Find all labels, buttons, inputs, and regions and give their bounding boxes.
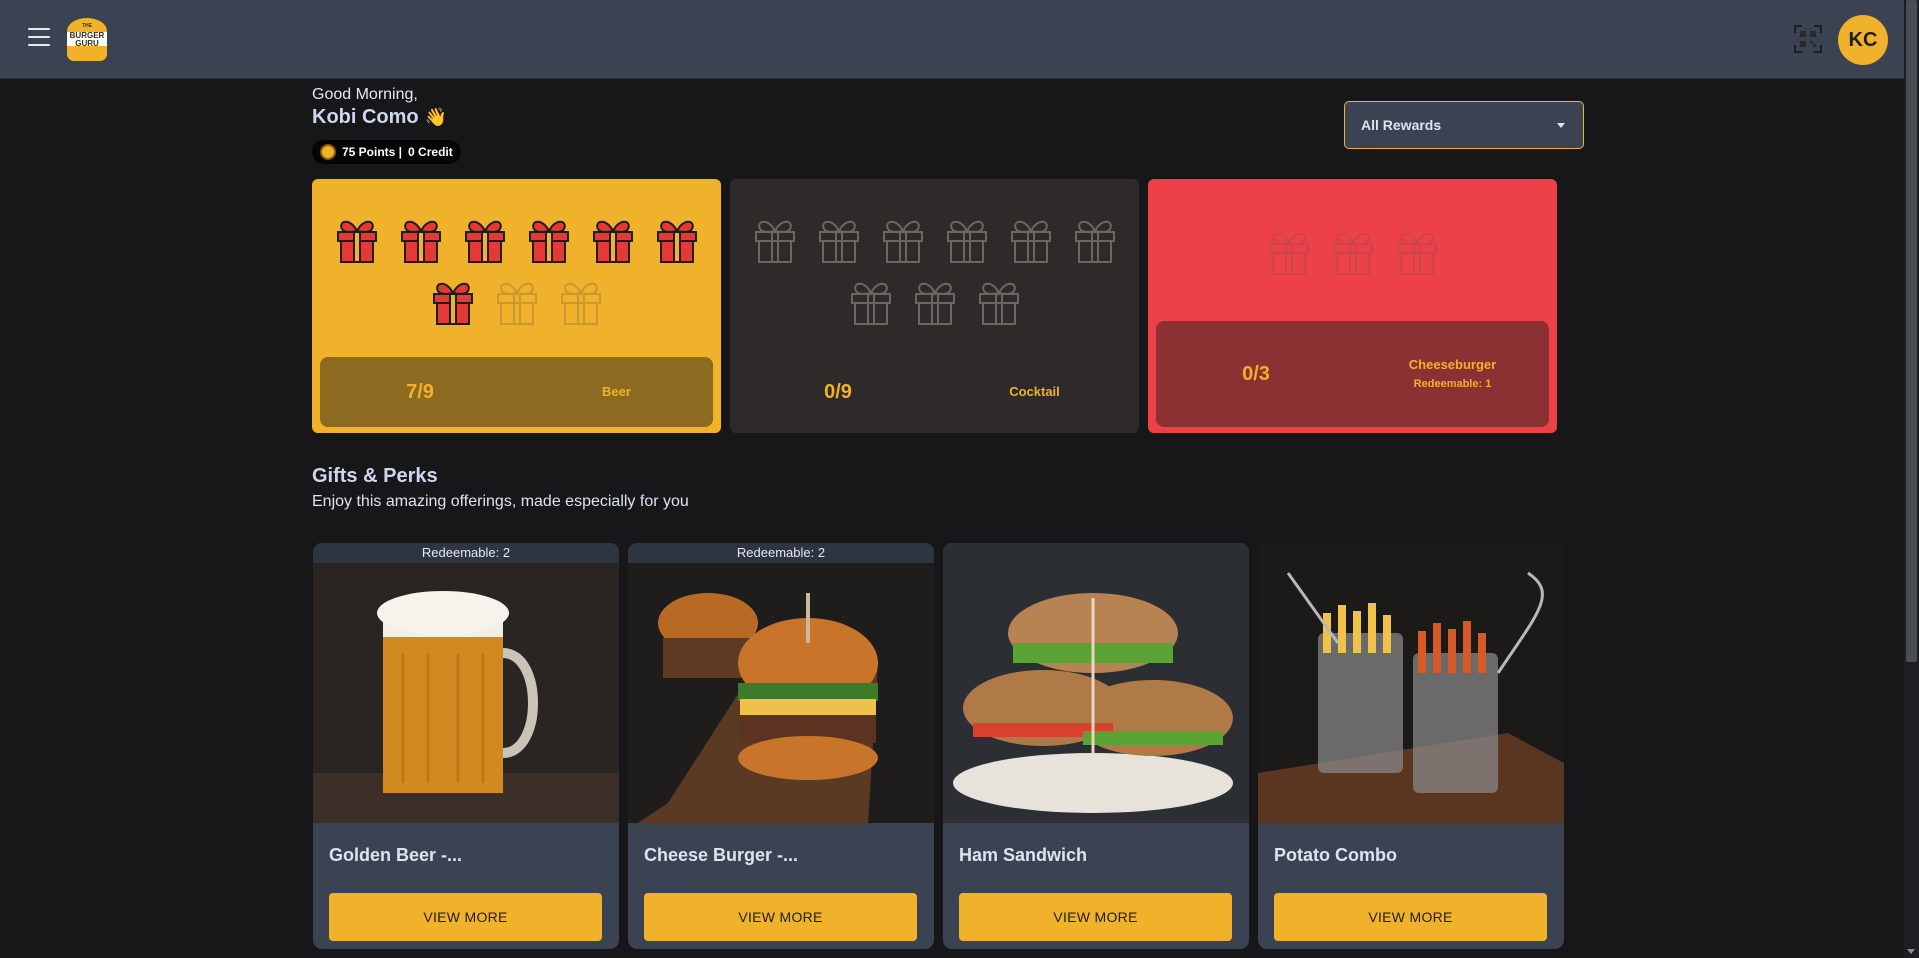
svg-text:GURU: GURU	[75, 39, 99, 48]
gift-outline-icon	[496, 282, 537, 325]
section-title: Gifts & Perks	[312, 465, 438, 487]
svg-text:THE: THE	[82, 23, 93, 29]
reward-progress-count: 0/3	[1242, 362, 1270, 385]
view-more-button[interactable]: VIEW MORE	[644, 893, 917, 941]
redeemable-badge: Redeemable: 2	[628, 543, 934, 563]
gift-row	[1148, 227, 1557, 277]
potato-combo-image	[1258, 543, 1564, 823]
waving-hand-icon: 👋	[424, 107, 448, 127]
gift-row	[730, 215, 1139, 265]
coin-icon	[320, 144, 336, 160]
reward-name: Cocktail	[1009, 384, 1060, 399]
gift-filled-icon	[656, 220, 697, 263]
gift-filled-icon	[432, 282, 473, 325]
cheese-burger-image	[628, 543, 934, 823]
reward-card-cocktail[interactable]: 0/9 Cocktail	[730, 179, 1139, 433]
section-subtitle: Enjoy this amazing offerings, made espec…	[312, 493, 689, 510]
chevron-down-icon	[1557, 123, 1565, 128]
offer-title: Ham Sandwich	[959, 845, 1088, 865]
points-value: 75 Points |	[342, 145, 403, 159]
greeting-text: Good Morning,	[312, 86, 418, 103]
view-more-button[interactable]: VIEW MORE	[959, 893, 1232, 941]
scroll-down-arrow-icon[interactable]	[1907, 949, 1915, 954]
offer-title: Cheese Burger -...	[644, 845, 799, 865]
ham-sandwich-image	[943, 543, 1249, 823]
view-more-button[interactable]: VIEW MORE	[329, 893, 602, 941]
points-credit-badge: 75 Points | 0 Credit	[312, 140, 461, 164]
redeemable-count: Redeemable: 1	[1413, 377, 1492, 390]
golden-beer-image	[313, 543, 619, 823]
view-more-button[interactable]: VIEW MORE	[1274, 893, 1547, 941]
credit-value: 0 Credit	[408, 145, 453, 159]
reward-name: Cheeseburger	[1408, 356, 1497, 372]
reward-card-footer: 0/3 Cheeseburger Redeemable: 1	[1156, 321, 1549, 427]
gift-outline-icon	[1268, 232, 1309, 275]
burger-guru-logo[interactable]: THE BURGER GURU	[66, 17, 108, 61]
hamburger-menu-icon[interactable]	[28, 28, 50, 50]
reward-card-footer: 0/9 Cocktail	[738, 357, 1131, 427]
page-scrollbar[interactable]	[1904, 0, 1919, 958]
reward-progress-count: 7/9	[406, 380, 434, 403]
reward-card-beer[interactable]: 7/9 Beer	[312, 179, 721, 433]
user-name-heading: Kobi Como 👋	[312, 106, 447, 129]
reward-card-cheeseburger[interactable]: 0/3 Cheeseburger Redeemable: 1	[1148, 179, 1557, 433]
reward-progress-count: 0/9	[824, 380, 852, 403]
gift-filled-icon	[592, 220, 633, 263]
offer-title: Potato Combo	[1274, 845, 1397, 865]
gift-outline-icon	[1010, 220, 1051, 263]
redeemable-badge: Redeemable: 2	[313, 543, 619, 563]
reward-name: Beer	[602, 384, 631, 399]
scrollbar-thumb[interactable]	[1906, 0, 1917, 662]
offer-card-ham-sandwich[interactable]: Ham Sandwich VIEW MORE	[943, 543, 1249, 949]
gift-outline-icon	[1396, 232, 1437, 275]
gift-filled-icon	[400, 220, 441, 263]
gift-row	[312, 215, 721, 265]
gift-outline-icon	[818, 220, 859, 263]
gift-outline-icon	[882, 220, 923, 263]
rewards-filter-value: All Rewards	[1361, 117, 1442, 133]
gift-outline-icon	[754, 220, 795, 263]
offer-title: Golden Beer -...	[329, 845, 463, 865]
gift-outline-icon	[946, 220, 987, 263]
offer-card-golden-beer[interactable]: Redeemable: 2 Golden Beer -... VIEW MORE	[313, 543, 619, 949]
gift-outline-icon	[560, 282, 601, 325]
offer-card-cheese-burger[interactable]: Redeemable: 2 Cheese Burger -... VIEW MO…	[628, 543, 934, 949]
user-name: Kobi Como	[312, 106, 419, 128]
gift-filled-icon	[336, 220, 377, 263]
gift-outline-icon	[914, 282, 955, 325]
reward-card-footer: 7/9 Beer	[320, 357, 713, 427]
gift-outline-icon	[850, 282, 891, 325]
top-navigation-bar: THE BURGER GURU KC	[0, 0, 1904, 79]
qr-code-icon[interactable]	[1793, 24, 1823, 54]
gift-filled-icon	[528, 220, 569, 263]
gift-outline-icon	[1332, 232, 1373, 275]
gift-row	[730, 277, 1139, 327]
reward-name-block: Cheeseburger Redeemable: 1	[1356, 356, 1549, 393]
gift-outline-icon	[1074, 220, 1115, 263]
gift-row	[312, 277, 721, 327]
offer-card-potato-combo[interactable]: Potato Combo VIEW MORE	[1258, 543, 1564, 949]
gift-outline-icon	[978, 282, 1019, 325]
rewards-filter-dropdown[interactable]: All Rewards	[1344, 101, 1584, 149]
user-avatar[interactable]: KC	[1838, 15, 1888, 65]
gift-filled-icon	[464, 220, 505, 263]
